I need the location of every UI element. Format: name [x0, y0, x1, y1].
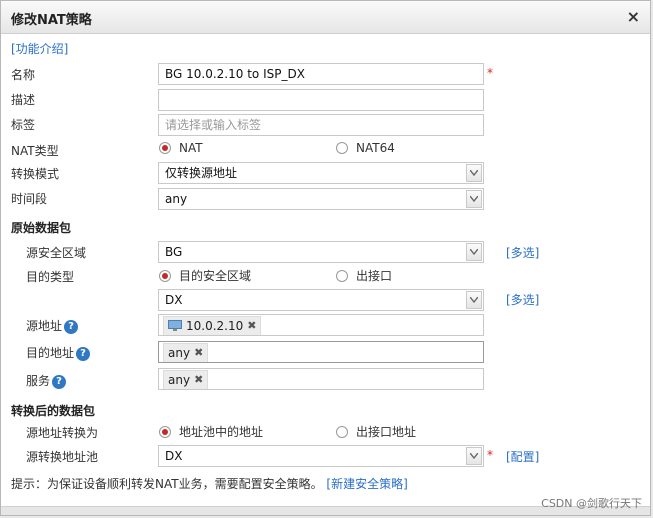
src-zone-multi-select-link[interactable]: [多选]: [506, 244, 539, 261]
dst-zone-select[interactable]: DX: [158, 289, 484, 311]
dst-type-interface-label: 出接口: [356, 269, 393, 283]
src-pool-config-link[interactable]: [配置]: [506, 448, 539, 465]
src-translate-label: 源地址转换为: [26, 426, 99, 440]
dst-zone-multi-select-link[interactable]: [多选]: [506, 291, 539, 308]
name-input[interactable]: BG 10.0.2.10 to ISP_DX: [158, 63, 484, 85]
tags-input[interactable]: 请选择或输入标签: [158, 114, 484, 136]
src-translate-pool-label: 地址池中的地址: [179, 425, 264, 439]
convert-mode-select[interactable]: 仅转换源地址: [158, 162, 484, 184]
service-tag-text: any: [168, 373, 191, 387]
close-icon[interactable]: ×: [627, 7, 640, 26]
dst-type-label: 目的类型: [26, 270, 75, 284]
src-addr-tag: 10.0.2.10 ✖: [163, 316, 262, 335]
radio-empty-icon: [336, 142, 348, 154]
remove-tag-icon[interactable]: ✖: [194, 372, 203, 388]
dst-type-radio-interface[interactable]: 出接口: [336, 267, 392, 284]
dst-addr-tag: any ✖: [163, 343, 209, 362]
dst-type-zone-label: 目的安全区域: [179, 269, 252, 283]
remove-tag-icon[interactable]: ✖: [247, 318, 256, 334]
chevron-down-icon[interactable]: [466, 243, 482, 261]
convert-mode-label: 转换模式: [11, 167, 60, 181]
nat-type-label: NAT类型: [11, 144, 59, 158]
translated-packet-section-title: 转换后的数据包: [11, 404, 96, 418]
nat-type-nat-label: NAT: [179, 141, 203, 155]
hint-message: 提示：为保证设备顺利转发NAT业务，需要配置安全策略。: [11, 477, 323, 491]
src-zone-value: BG: [165, 245, 183, 259]
description-label: 描述: [11, 93, 36, 107]
new-security-policy-link[interactable]: [新建安全策略]: [326, 477, 407, 491]
src-translate-interface-label: 出接口地址: [356, 425, 417, 439]
name-label: 名称: [11, 68, 36, 82]
src-translate-radio-pool[interactable]: 地址池中的地址: [159, 423, 263, 440]
time-range-value: any: [165, 192, 188, 206]
service-label: 服务: [26, 374, 51, 388]
help-icon[interactable]: ?: [52, 374, 67, 389]
description-input[interactable]: [158, 89, 484, 111]
chevron-down-icon[interactable]: [466, 164, 482, 182]
chevron-down-icon[interactable]: [466, 190, 482, 208]
dialog-title: 修改NAT策略: [11, 13, 92, 28]
name-required-mark: *: [487, 66, 493, 80]
help-icon[interactable]: ?: [64, 319, 79, 334]
dst-addr-tag-text: any: [168, 346, 191, 360]
src-addr-tag-text: 10.0.2.10: [186, 319, 244, 333]
radio-empty-icon: [336, 269, 348, 282]
nat-type-radio-nat[interactable]: NAT: [159, 141, 203, 155]
dst-zone-value: DX: [165, 293, 183, 307]
dst-addr-input[interactable]: any ✖: [158, 341, 484, 363]
src-translate-radio-interface[interactable]: 出接口地址: [336, 423, 416, 440]
watermark: CSDN @剑歌行天下: [541, 497, 642, 510]
original-packet-section-title: 原始数据包: [11, 221, 72, 235]
src-zone-select[interactable]: BG: [158, 241, 484, 263]
src-pool-required-mark: *: [487, 448, 493, 462]
service-label-wrap: 服务?: [26, 372, 67, 389]
dst-type-radio-zone[interactable]: 目的安全区域: [159, 267, 251, 284]
src-addr-label-wrap: 源地址?: [26, 317, 79, 334]
help-icon[interactable]: ?: [76, 346, 91, 361]
chevron-down-icon[interactable]: [466, 291, 482, 309]
dst-addr-label: 目的地址: [26, 346, 75, 360]
src-pool-value: DX: [165, 449, 183, 463]
src-pool-select[interactable]: DX: [158, 445, 484, 467]
radio-selected-icon: [159, 142, 171, 154]
src-zone-label: 源安全区域: [26, 246, 87, 260]
monitor-icon: [168, 320, 182, 331]
dialog-titlebar: 修改NAT策略 ×: [1, 1, 650, 34]
dst-addr-label-wrap: 目的地址?: [26, 344, 91, 361]
remove-tag-icon[interactable]: ✖: [194, 345, 203, 361]
service-tag: any ✖: [163, 370, 209, 389]
src-pool-label: 源转换地址池: [26, 450, 99, 464]
hint-text: 提示：为保证设备顺利转发NAT业务，需要配置安全策略。 [新建安全策略]: [11, 475, 408, 492]
time-range-label: 时间段: [11, 192, 48, 206]
edit-nat-policy-dialog: 修改NAT策略 × [功能介绍] 名称 BG 10.0.2.10 to ISP_…: [0, 0, 651, 516]
time-range-select[interactable]: any: [158, 188, 484, 210]
radio-empty-icon: [336, 425, 348, 438]
convert-mode-value: 仅转换源地址: [165, 166, 238, 180]
src-addr-label: 源地址: [26, 319, 63, 333]
feature-intro-link[interactable]: [功能介绍]: [11, 40, 68, 57]
service-input[interactable]: any ✖: [158, 368, 484, 390]
nat-type-radio-nat64[interactable]: NAT64: [336, 141, 395, 155]
nat-type-nat64-label: NAT64: [356, 141, 395, 155]
radio-selected-icon: [159, 269, 171, 282]
chevron-down-icon[interactable]: [466, 447, 482, 465]
radio-selected-icon: [159, 425, 171, 438]
tags-label: 标签: [11, 118, 36, 132]
src-addr-input[interactable]: 10.0.2.10 ✖: [158, 314, 484, 336]
